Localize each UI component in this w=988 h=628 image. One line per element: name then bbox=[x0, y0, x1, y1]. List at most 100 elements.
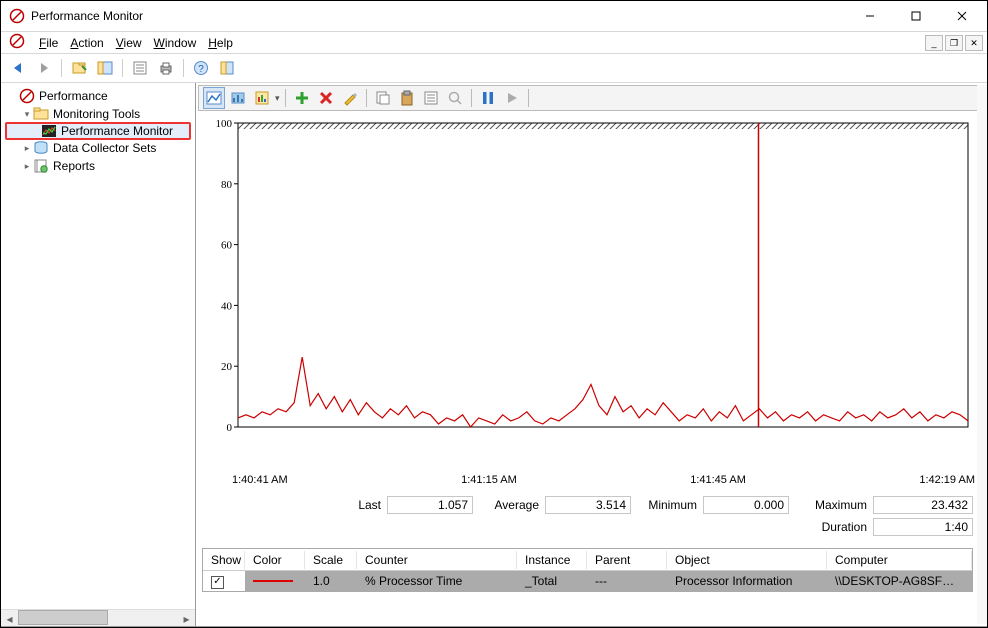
tree-label: Monitoring Tools bbox=[53, 107, 140, 121]
stat-minimum-value: 0.000 bbox=[703, 496, 789, 514]
cell-counter: % Processor Time bbox=[357, 572, 517, 590]
show-counter-checkbox[interactable] bbox=[211, 576, 224, 589]
stat-maximum-value: 23.432 bbox=[873, 496, 973, 514]
tree-label: Performance bbox=[39, 89, 108, 103]
xlabel: 1:41:15 AM bbox=[461, 474, 517, 486]
col-color[interactable]: Color bbox=[245, 551, 305, 569]
col-counter[interactable]: Counter bbox=[357, 551, 517, 569]
stat-average-value: 3.514 bbox=[545, 496, 631, 514]
counter-panel: Show Color Scale Counter Instance Parent… bbox=[202, 548, 973, 592]
x-axis-labels: 1:40:41 AM 1:41:15 AM 1:41:45 AM 1:42:19… bbox=[198, 472, 985, 486]
performance-monitor-pane: ▾ bbox=[196, 83, 987, 626]
stat-duration-label: Duration bbox=[795, 520, 867, 534]
help-button[interactable]: ? bbox=[190, 57, 212, 79]
delete-counter-button[interactable] bbox=[315, 87, 337, 109]
copy-button[interactable] bbox=[372, 87, 394, 109]
menu-window[interactable]: Window bbox=[148, 34, 203, 52]
print-button[interactable] bbox=[155, 57, 177, 79]
perfmon-graph-icon bbox=[41, 123, 57, 139]
right-pane-vscroll[interactable] bbox=[977, 85, 987, 624]
close-button[interactable] bbox=[939, 1, 985, 31]
properties-button[interactable] bbox=[129, 57, 151, 79]
show-hide-action-pane-button[interactable] bbox=[94, 57, 116, 79]
stat-average-label: Average bbox=[479, 498, 539, 512]
mmc-toolbar: ? bbox=[1, 53, 987, 83]
counter-row[interactable]: 1.0 % Processor Time _Total --- Processo… bbox=[203, 571, 972, 591]
tree-horizontal-scrollbar[interactable]: ◂ ▸ bbox=[1, 609, 195, 626]
tree-label: Reports bbox=[53, 159, 95, 173]
svg-text:?: ? bbox=[198, 64, 204, 75]
menu-file[interactable]: File bbox=[33, 34, 64, 52]
chevron-right-icon: ▸ bbox=[21, 143, 33, 154]
stat-maximum-label: Maximum bbox=[795, 498, 867, 512]
menu-view[interactable]: View bbox=[110, 34, 148, 52]
graph-area[interactable]: 020406080100 bbox=[202, 117, 981, 472]
minimize-button[interactable] bbox=[847, 1, 893, 31]
mdi-close-button[interactable]: ✕ bbox=[965, 35, 983, 51]
window-titlebar: Performance Monitor bbox=[1, 1, 987, 31]
counter-header[interactable]: Show Color Scale Counter Instance Parent… bbox=[203, 549, 972, 571]
cell-computer: \\DESKTOP-AG8SF… bbox=[827, 572, 972, 590]
scroll-thumb[interactable] bbox=[18, 610, 108, 625]
stat-last-value: 1.057 bbox=[387, 496, 473, 514]
tree-node-data-collector-sets[interactable]: ▸ Data Collector Sets bbox=[3, 139, 193, 157]
svg-text:60: 60 bbox=[221, 240, 233, 252]
menu-action[interactable]: Action bbox=[64, 34, 109, 52]
zoom-button[interactable] bbox=[444, 87, 466, 109]
show-hide-console-tree-button[interactable] bbox=[68, 57, 90, 79]
stat-duration-value: 1:40 bbox=[873, 518, 973, 536]
svg-text:100: 100 bbox=[216, 118, 233, 130]
window-title: Performance Monitor bbox=[31, 9, 847, 23]
scroll-left-icon[interactable]: ◂ bbox=[1, 610, 18, 626]
app-icon bbox=[9, 8, 25, 24]
tree-node-monitoring-tools[interactable]: ▾ Monitoring Tools bbox=[3, 105, 193, 123]
stat-minimum-label: Minimum bbox=[637, 498, 697, 512]
update-data-button[interactable] bbox=[501, 87, 523, 109]
tree-node-performance-monitor[interactable]: Performance Monitor bbox=[5, 122, 191, 140]
xlabel: 1:41:45 AM bbox=[690, 474, 746, 486]
highlight-button[interactable] bbox=[339, 87, 361, 109]
stat-last-label: Last bbox=[321, 498, 381, 512]
tree-node-performance[interactable]: Performance bbox=[3, 87, 193, 105]
back-button[interactable] bbox=[7, 57, 29, 79]
view-histogram-button[interactable] bbox=[227, 87, 249, 109]
performance-root-icon bbox=[19, 88, 35, 104]
chevron-down-icon: ▾ bbox=[21, 109, 33, 120]
perf-logs-button[interactable] bbox=[216, 57, 238, 79]
console-tree: Performance ▾ Monitoring Tools Performan… bbox=[1, 83, 196, 626]
forward-button[interactable] bbox=[33, 57, 55, 79]
stats-row-1: Last 1.057 Average 3.514 Minimum 0.000 M… bbox=[198, 486, 985, 514]
scroll-right-icon[interactable]: ▸ bbox=[178, 610, 195, 626]
cell-scale: 1.0 bbox=[305, 572, 357, 590]
svg-text:20: 20 bbox=[221, 361, 233, 373]
col-object[interactable]: Object bbox=[667, 551, 827, 569]
view-report-button[interactable] bbox=[251, 87, 273, 109]
perfmon-toolbar: ▾ bbox=[198, 85, 985, 111]
tree-label: Performance Monitor bbox=[61, 124, 173, 138]
col-computer[interactable]: Computer bbox=[827, 551, 972, 569]
reports-icon bbox=[33, 158, 49, 174]
cell-instance: _Total bbox=[517, 572, 587, 590]
paste-button[interactable] bbox=[396, 87, 418, 109]
stats-row-2: Duration 1:40 bbox=[198, 514, 985, 536]
svg-text:80: 80 bbox=[221, 179, 233, 191]
maximize-button[interactable] bbox=[893, 1, 939, 31]
add-counter-button[interactable] bbox=[291, 87, 313, 109]
col-scale[interactable]: Scale bbox=[305, 551, 357, 569]
freeze-display-button[interactable] bbox=[477, 87, 499, 109]
folder-tools-icon bbox=[33, 106, 49, 122]
properties-button-perf[interactable] bbox=[420, 87, 442, 109]
tree-node-reports[interactable]: ▸ Reports bbox=[3, 157, 193, 175]
menu-help[interactable]: Help bbox=[202, 34, 239, 52]
col-show[interactable]: Show bbox=[203, 551, 245, 569]
menubar: File Action View Window Help _ ❐ ✕ bbox=[1, 31, 987, 53]
chevron-right-icon: ▸ bbox=[21, 161, 33, 172]
data-collector-icon bbox=[33, 140, 49, 156]
mdi-restore-button[interactable]: ❐ bbox=[945, 35, 963, 51]
view-line-button[interactable] bbox=[203, 87, 225, 109]
cell-parent: --- bbox=[587, 572, 667, 590]
mdi-minimize-button[interactable]: _ bbox=[925, 35, 943, 51]
col-parent[interactable]: Parent bbox=[587, 551, 667, 569]
col-instance[interactable]: Instance bbox=[517, 551, 587, 569]
svg-text:40: 40 bbox=[221, 300, 233, 312]
